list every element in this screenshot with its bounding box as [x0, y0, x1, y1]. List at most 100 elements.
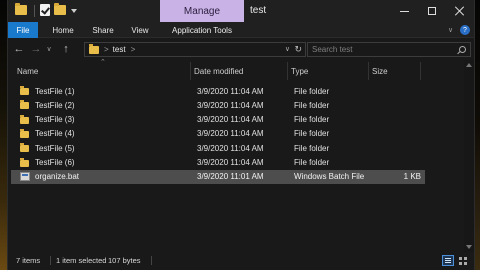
- folder-icon: [20, 143, 29, 153]
- window-title: test: [250, 5, 267, 16]
- chevron-down-icon: ∨: [46, 46, 52, 53]
- close-button[interactable]: [446, 0, 474, 22]
- file-row[interactable]: TestFile (2) 3/9/2020 11:04 AM File folder: [11, 98, 425, 112]
- file-name: TestFile (3): [35, 115, 75, 125]
- file-date-modified: 3/9/2020 11:01 AM: [197, 172, 264, 182]
- desktop: Manage test File Home Share View Applica…: [0, 0, 480, 270]
- minimize-icon: [399, 10, 409, 12]
- file-size: [373, 127, 421, 141]
- minimize-button[interactable]: [390, 0, 418, 22]
- vertical-scrollbar[interactable]: [464, 60, 474, 252]
- status-selection: 1 item selected: [56, 256, 107, 265]
- column-divider[interactable]: [420, 62, 421, 80]
- tab-file[interactable]: File: [8, 22, 38, 38]
- close-icon: [455, 6, 465, 16]
- file-icon-cell: [20, 141, 29, 155]
- folder-icon: [20, 157, 29, 167]
- folder-icon: [89, 43, 99, 54]
- status-separator: [50, 256, 51, 265]
- file-type: File folder: [294, 143, 330, 153]
- file-icon-cell: [20, 156, 29, 170]
- file-date-modified: 3/9/2020 11:04 AM: [197, 115, 264, 125]
- large-icons-view-button[interactable]: [457, 255, 469, 266]
- file-type: File folder: [294, 100, 330, 110]
- file-size: [373, 113, 421, 127]
- help-button[interactable]: ?: [460, 25, 470, 35]
- file-date-modified: 3/9/2020 11:04 AM: [197, 129, 264, 139]
- status-item-count: 7 items: [16, 256, 41, 265]
- up-button[interactable]: ↑: [60, 41, 72, 57]
- ribbon-tabs: File Home Share View Application Tools ∨…: [8, 22, 474, 38]
- file-type: File folder: [294, 129, 330, 139]
- file-row[interactable]: TestFile (5) 3/9/2020 11:04 AM File folder: [11, 141, 425, 155]
- tab-application-tools[interactable]: Application Tools: [160, 22, 244, 38]
- details-view-button[interactable]: [442, 255, 454, 266]
- folder-icon: [20, 100, 29, 110]
- file-icon-cell: [20, 127, 29, 141]
- tab-view[interactable]: View: [124, 22, 156, 38]
- maximize-button[interactable]: [418, 0, 446, 22]
- new-folder-icon[interactable]: [54, 3, 68, 18]
- file-explorer-window: Manage test File Home Share View Applica…: [7, 0, 475, 270]
- folder-icon: [20, 128, 29, 138]
- recent-locations-button[interactable]: ∨: [45, 41, 53, 57]
- column-header-date-modified[interactable]: Date modified: [190, 62, 286, 80]
- tab-share[interactable]: Share: [86, 22, 120, 38]
- status-separator: [151, 256, 152, 265]
- file-name: TestFile (6): [35, 158, 75, 167]
- file-size: 1 KB: [403, 172, 421, 182]
- column-header-name[interactable]: Name: [13, 62, 189, 80]
- address-bar[interactable]: > test > ∨ ↻: [84, 42, 306, 57]
- arrow-up-icon: ↑: [63, 43, 69, 55]
- file-type: File folder: [294, 158, 330, 167]
- file-size: [373, 84, 421, 98]
- file-size: [373, 156, 421, 170]
- title-bar: Manage test: [8, 0, 474, 22]
- status-bar: 7 items 1 item selected 107 bytes: [8, 252, 474, 270]
- search-box[interactable]: [307, 42, 471, 57]
- search-icon: [459, 46, 466, 53]
- file-icon-cell: [20, 98, 29, 112]
- file-row[interactable]: TestFile (3) 3/9/2020 11:04 AM File folder: [11, 113, 425, 127]
- file-date-modified: 3/9/2020 11:04 AM: [197, 143, 264, 153]
- file-size: [373, 98, 421, 112]
- folder-icon: [20, 86, 29, 95]
- navigation-bar: ← → ∨ ↑ > test > ∨ ↻: [8, 38, 474, 60]
- file-name: TestFile (4): [35, 129, 75, 139]
- properties-check-icon[interactable]: [39, 4, 51, 18]
- breadcrumb-separator: >: [130, 45, 136, 54]
- file-row[interactable]: TestFile (4) 3/9/2020 11:04 AM File folder: [11, 127, 425, 141]
- file-date-modified: 3/9/2020 11:04 AM: [197, 100, 264, 110]
- manage-contextual-tab[interactable]: Manage: [160, 0, 244, 22]
- folder-icon: [20, 114, 29, 124]
- search-input[interactable]: [312, 45, 452, 54]
- window-folder-icon: [15, 3, 29, 18]
- forward-button[interactable]: →: [30, 41, 42, 57]
- breadcrumb-separator: >: [104, 45, 109, 54]
- expand-ribbon-icon[interactable]: ∨: [448, 25, 453, 35]
- breadcrumb-test[interactable]: test: [113, 45, 126, 54]
- arrow-left-icon: ←: [13, 43, 25, 55]
- file-row[interactable]: TestFile (6) 3/9/2020 11:04 AM File folder: [11, 156, 425, 170]
- quick-access-dropdown-icon[interactable]: [70, 4, 78, 18]
- address-history-chevron-icon[interactable]: ∨: [285, 45, 290, 53]
- file-name: TestFile (5): [35, 143, 75, 153]
- maximize-icon: [428, 7, 436, 15]
- file-row[interactable]: organize.bat 3/9/2020 11:01 AM Windows Bat…: [11, 169, 425, 184]
- back-button[interactable]: ←: [13, 41, 25, 57]
- file-date-modified: 3/9/2020 11:04 AM: [197, 158, 264, 167]
- file-icon-cell: [20, 84, 29, 98]
- column-header-size[interactable]: Size: [368, 62, 420, 80]
- file-name: organize.bat: [35, 172, 80, 182]
- refresh-icon[interactable]: ↻: [294, 44, 302, 55]
- tab-home[interactable]: Home: [44, 22, 82, 38]
- file-date-modified: 3/9/2020 11:04 AM: [197, 86, 264, 96]
- scroll-down-icon[interactable]: [466, 245, 472, 249]
- column-header-type[interactable]: Type: [287, 62, 367, 80]
- file-name: TestFile (2): [35, 100, 75, 110]
- file-type: File folder: [294, 86, 330, 96]
- file-row[interactable]: TestFile (1) 3/9/2020 11:04 AM File folder: [11, 84, 425, 98]
- file-type: Windows Batch File: [294, 172, 365, 182]
- scroll-up-icon[interactable]: [466, 63, 472, 67]
- status-size: 107 bytes: [108, 256, 141, 265]
